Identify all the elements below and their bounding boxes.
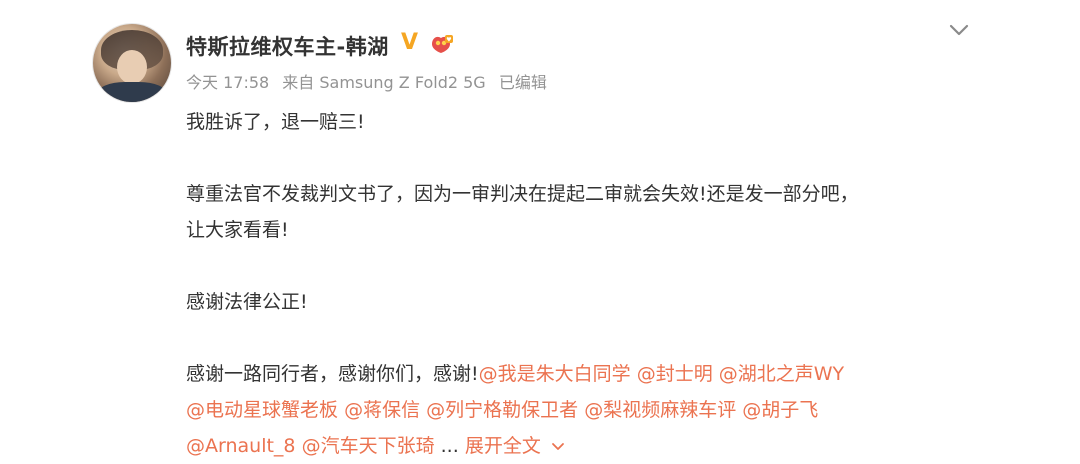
verified-icon[interactable]: V [401,30,418,56]
fan-badge-icon[interactable]: ♥ [428,34,454,54]
post-time[interactable]: 今天 17:58 [186,73,269,92]
ellipsis: ... [440,435,459,457]
mention-link[interactable]: @湖北之声WY [719,363,844,385]
mention-link[interactable]: @封士明 [637,363,713,385]
svg-text:♥: ♥ [446,37,451,44]
mention-link[interactable]: @梨视频麻辣车评 [584,399,736,421]
chevron-down-icon[interactable] [551,442,565,452]
expand-full-text-link[interactable]: 展开全文 [465,435,541,457]
mention-link[interactable]: @胡子飞 [742,399,818,421]
mention-link[interactable]: @汽车天下张琦 [302,435,435,457]
avatar[interactable] [93,24,171,102]
chevron-down-icon[interactable] [948,22,970,38]
post-source: 来自 Samsung Z Fold2 5G [282,73,486,92]
post-text-line: 尊重法官不发裁判文书了，因为一审判决在提起二审就会失效!还是发一部分吧， [186,183,859,205]
mention-link[interactable]: @电动星球蟹老板 [186,399,338,421]
post-text-line: 让大家看看! [186,219,289,241]
edited-label[interactable]: 已编辑 [499,73,547,92]
post-text-line: 感谢一路同行者，感谢你们，感谢!@我是朱大白同学 @封士明 @湖北之声WY [186,356,986,392]
mention-link[interactable]: @列宁格勒保卫者 [426,399,578,421]
post-text-line: @电动星球蟹老板 @蒋保信 @列宁格勒保卫者 @梨视频麻辣车评 @胡子飞 [186,392,986,428]
mention-link[interactable]: @Arnault_8 [186,435,296,457]
post-content: 我胜诉了，退一赔三! 尊重法官不发裁判文书了，因为一审判决在提起二审就会失效!还… [186,104,986,464]
username-link[interactable]: 特斯拉维权车主-韩湖 [186,31,389,61]
post-text-line: @Arnault_8 @汽车天下张琦 ... 展开全文 [186,428,986,464]
post-meta: 今天 17:58 来自 Samsung Z Fold2 5G 已编辑 [186,69,555,93]
thanks-text: 感谢一路同行者，感谢你们，感谢! [186,363,479,385]
weibo-post: 特斯拉维权车主-韩湖 V ♥ 今天 17:58 来自 Samsung Z Fol… [0,0,1080,462]
mention-link[interactable]: @我是朱大白同学 [479,363,631,385]
post-text-line: 我胜诉了，退一赔三! [186,111,365,133]
mention-link[interactable]: @蒋保信 [344,399,420,421]
post-text-line: 感谢法律公正! [186,291,308,313]
